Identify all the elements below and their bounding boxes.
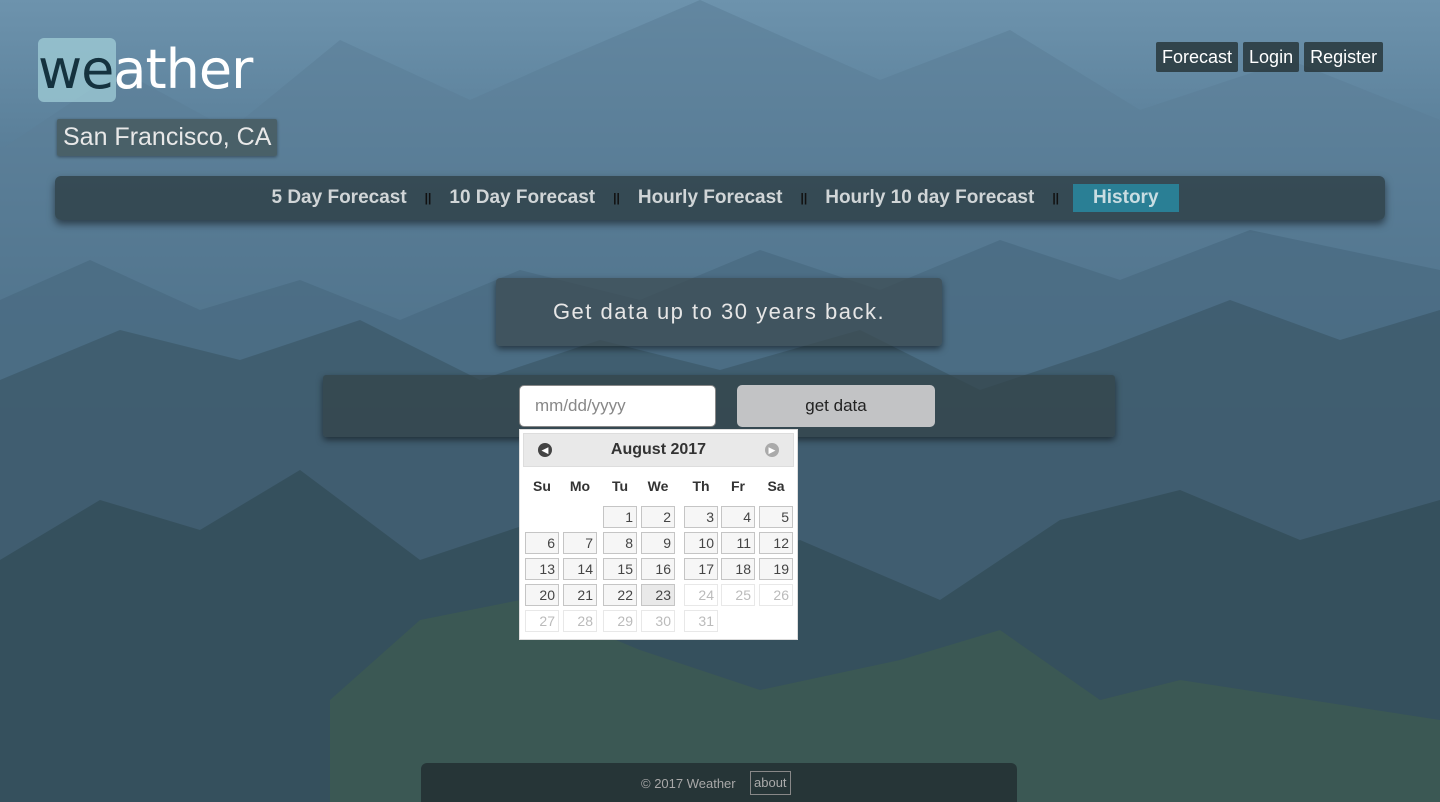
tab-hourly-10-day-forecast[interactable]: Hourly 10 day Forecast — [815, 184, 1044, 212]
calendar-day[interactable]: 2 — [641, 506, 675, 528]
forecast-link[interactable]: Forecast — [1156, 42, 1239, 72]
calendar-day: 30 — [641, 610, 675, 632]
weather-logo[interactable]: weather — [38, 38, 268, 102]
tab-hourly-forecast[interactable]: Hourly Forecast — [628, 184, 793, 212]
weekday-header: Su — [533, 478, 551, 494]
tab-history[interactable]: History — [1073, 184, 1179, 212]
calendar-day[interactable]: 10 — [684, 532, 718, 554]
calendar-day: 26 — [759, 584, 793, 606]
calendar-day[interactable]: 4 — [721, 506, 755, 528]
logo-text: weather — [38, 38, 253, 101]
forecast-tab-bar: 5 Day Forecast || 10 Day Forecast || Hou… — [55, 176, 1385, 220]
history-banner: Get data up to 30 years back. — [496, 278, 942, 346]
date-form-panel — [323, 375, 1115, 437]
calendar-day[interactable]: 20 — [525, 584, 559, 606]
next-month-icon[interactable]: ▶ — [765, 443, 779, 457]
calendar-day: 27 — [525, 610, 559, 632]
calendar-day[interactable]: 1 — [603, 506, 637, 528]
location-label: San Francisco, CA — [57, 119, 278, 156]
calendar-day: 24 — [684, 584, 718, 606]
tab-separator: || — [800, 191, 808, 205]
calendar-day: 29 — [603, 610, 637, 632]
copyright-text: © 2017 Weather — [641, 776, 736, 791]
register-link[interactable]: Register — [1304, 42, 1384, 72]
calendar-day: 31 — [684, 610, 718, 632]
calendar-day[interactable]: 8 — [603, 532, 637, 554]
calendar-day[interactable]: 16 — [641, 558, 675, 580]
calendar-day[interactable]: 13 — [525, 558, 559, 580]
calendar-header: ◀ August 2017 ▶ — [523, 433, 794, 467]
calendar-day[interactable]: 7 — [563, 532, 597, 554]
tab-10-day-forecast[interactable]: 10 Day Forecast — [439, 184, 605, 212]
weekday-header: Th — [692, 478, 710, 494]
calendar-day[interactable]: 5 — [759, 506, 793, 528]
weekday-header: Sa — [767, 478, 785, 494]
tab-separator: || — [424, 191, 432, 205]
calendar-day: 25 — [721, 584, 755, 606]
calendar-day[interactable]: 22 — [603, 584, 637, 606]
calendar-day[interactable]: 9 — [641, 532, 675, 554]
tab-separator: || — [1052, 191, 1060, 205]
calendar-day[interactable]: 14 — [563, 558, 597, 580]
get-data-button[interactable]: get data — [737, 385, 935, 427]
weekday-header: Mo — [569, 478, 591, 494]
calendar-day: 28 — [563, 610, 597, 632]
calendar-day[interactable]: 3 — [684, 506, 718, 528]
footer: © 2017 Weather about — [421, 763, 1017, 802]
datepicker-calendar: ◀ August 2017 ▶ Su Mo Tu We Th Fr Sa 1 2 3 4 5 6 7 8 9 1… — [519, 429, 798, 640]
calendar-day[interactable]: 12 — [759, 532, 793, 554]
about-link[interactable]: about — [750, 771, 791, 795]
calendar-day[interactable]: 23 — [641, 584, 675, 606]
calendar-day[interactable]: 6 — [525, 532, 559, 554]
weekday-header: We — [647, 478, 669, 494]
date-input[interactable] — [519, 385, 716, 427]
top-nav: Forecast Login Register — [1156, 42, 1384, 72]
calendar-day[interactable]: 21 — [563, 584, 597, 606]
weekday-header: Fr — [731, 478, 745, 494]
calendar-day[interactable]: 18 — [721, 558, 755, 580]
calendar-month-title: August 2017 — [610, 441, 707, 458]
weekday-header: Tu — [611, 478, 629, 494]
login-link[interactable]: Login — [1243, 42, 1300, 72]
calendar-day[interactable]: 15 — [603, 558, 637, 580]
calendar-day[interactable]: 19 — [759, 558, 793, 580]
tab-5-day-forecast[interactable]: 5 Day Forecast — [261, 184, 416, 212]
calendar-day[interactable]: 11 — [721, 532, 755, 554]
tab-separator: || — [613, 191, 620, 205]
calendar-day[interactable]: 17 — [684, 558, 718, 580]
